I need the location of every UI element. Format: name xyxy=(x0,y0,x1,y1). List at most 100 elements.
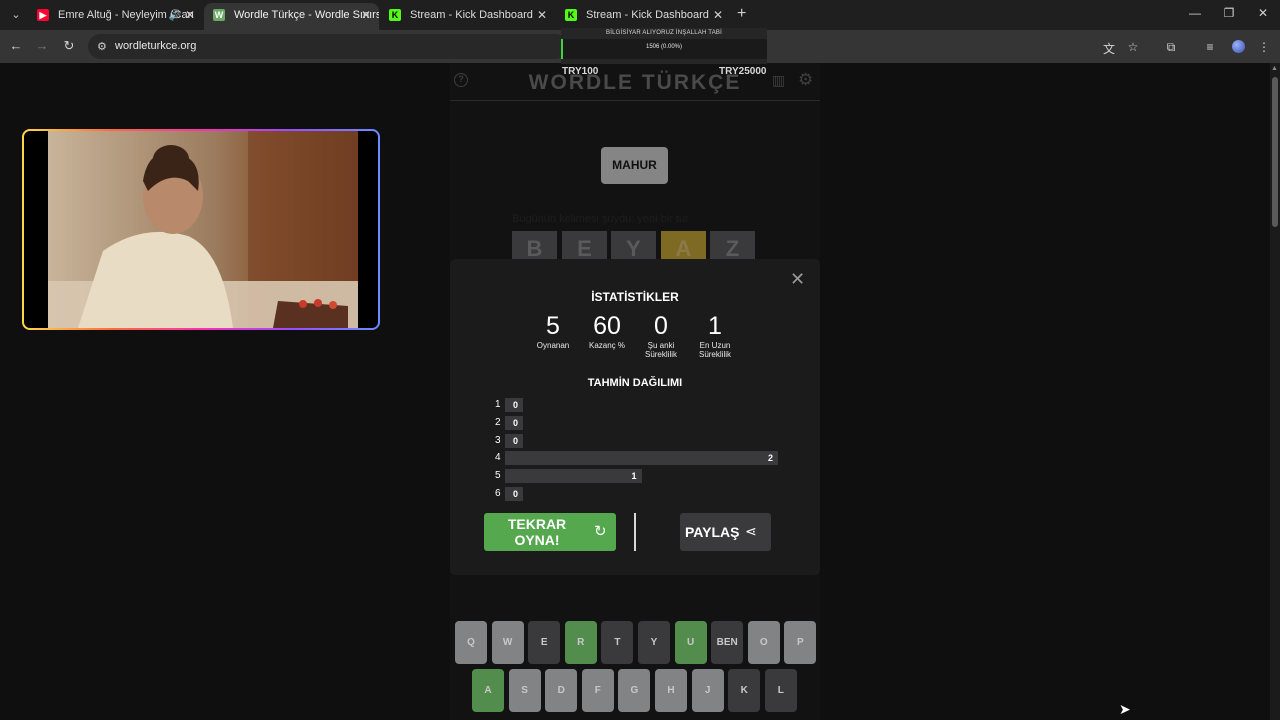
profile-avatar[interactable] xyxy=(1230,40,1246,56)
distribution-bar: 0 xyxy=(505,487,523,501)
share-label: PAYLAŞ xyxy=(685,524,740,540)
key-s[interactable]: S xyxy=(508,669,541,712)
tab-strip: ⌄ ▶ Emre Altuğ - Neyleyim (Can 🔊 ✕ W Wor… xyxy=(0,0,1280,30)
key-r[interactable]: R xyxy=(564,621,597,664)
guess-number: 4 xyxy=(495,452,501,464)
distribution-bar: 0 xyxy=(505,415,523,430)
share-button[interactable]: PAYLAŞ ⋖ xyxy=(680,513,771,551)
url-text: wordleturkce.org xyxy=(115,40,197,52)
tab-label: Stream - Kick Dashboard xyxy=(410,9,533,21)
minimize-icon[interactable]: — xyxy=(1185,6,1205,20)
gear-icon[interactable]: ⚙ xyxy=(798,70,813,90)
goal-message: BİLGİSİYAR ALIYORUZ İNŞALLAH TABİ xyxy=(606,30,722,36)
key-p[interactable]: P xyxy=(784,621,817,664)
translate-icon[interactable]: 文 xyxy=(1101,40,1117,57)
key-k[interactable]: K xyxy=(728,669,761,712)
play-again-label: TEKRAR OYNA! xyxy=(507,516,567,548)
stats-heading: İSTATİSTİKLER xyxy=(591,290,679,304)
webcam-frame xyxy=(24,131,378,328)
stat-label: Şu anki Süreklilik xyxy=(644,341,677,359)
key-u[interactable]: U xyxy=(674,621,707,664)
answer-badge: MAHUR xyxy=(601,147,668,184)
key-j[interactable]: J xyxy=(691,669,724,712)
bookmark-star-icon[interactable]: ☆ xyxy=(1125,40,1141,54)
kick-icon: K xyxy=(389,9,401,21)
close-icon[interactable]: ✕ xyxy=(185,3,195,28)
maximize-icon[interactable]: ❐ xyxy=(1219,6,1239,20)
key-o[interactable]: O xyxy=(747,621,780,664)
distribution-row: 10 xyxy=(495,398,795,413)
distribution-bar: 0 xyxy=(505,433,523,448)
tab-kick-2[interactable]: K Stream - Kick Dashboard ✕ xyxy=(556,3,731,30)
scrollbar[interactable]: ▲ xyxy=(1270,63,1280,720)
reload-icon[interactable]: ↻ xyxy=(60,38,78,54)
distribution-bar: 0 xyxy=(505,398,523,412)
tab-search-icon[interactable]: ⌄ xyxy=(6,6,26,24)
stat-label: Oynanan xyxy=(536,341,570,350)
key-t[interactable]: T xyxy=(601,621,634,664)
scroll-up-icon[interactable]: ▲ xyxy=(1271,65,1278,72)
site-info-icon[interactable]: ⚙ xyxy=(97,40,107,53)
address-bar[interactable]: ⚙ wordleturkce.org xyxy=(88,34,568,59)
webcam-overlay xyxy=(22,129,380,330)
key-ben[interactable]: BEN xyxy=(711,621,744,664)
tab-youtube[interactable]: ▶ Emre Altuğ - Neyleyim (Can 🔊 ✕ xyxy=(28,3,203,30)
guess-tile: Z xyxy=(710,231,755,261)
distribution-bar: 1 xyxy=(505,469,642,484)
tab-label: Stream - Kick Dashboard xyxy=(586,9,709,21)
speaker-icon[interactable]: 🔊 xyxy=(169,3,181,28)
stat-current-streak: 0 Şu anki Süreklilik xyxy=(636,311,686,359)
scrollbar-thumb[interactable] xyxy=(1272,77,1278,227)
window-close-icon[interactable]: ✕ xyxy=(1253,6,1273,20)
stat-played: 5 Oynanan xyxy=(528,311,578,350)
key-y[interactable]: Y xyxy=(638,621,670,664)
new-tab-button[interactable]: + xyxy=(737,5,746,23)
close-icon[interactable]: ✕ xyxy=(790,269,805,290)
key-f[interactable]: F xyxy=(581,669,614,712)
stat-value: 5 xyxy=(546,312,560,340)
guess-number: 6 xyxy=(495,488,501,499)
goal-min-label: TRY100 xyxy=(562,66,599,77)
close-icon[interactable]: ✕ xyxy=(713,3,723,28)
stat-value: 0 xyxy=(654,312,668,340)
distribution-row: 20 xyxy=(495,415,795,431)
forward-icon[interactable]: → xyxy=(33,38,51,54)
tab-label: Wordle Türkçe - Wordle Sınırsız xyxy=(234,9,379,21)
guess-number: 1 xyxy=(495,399,501,410)
guess-tile: E xyxy=(562,231,607,261)
stats-icon[interactable]: ▥ xyxy=(772,72,785,89)
key-q[interactable]: Q xyxy=(455,621,487,664)
stats-modal: ✕ İSTATİSTİKLER 5 Oynanan 60 Kazanç % 0 … xyxy=(450,259,820,575)
webcam-video xyxy=(48,131,358,328)
key-g[interactable]: G xyxy=(618,669,651,712)
key-e[interactable]: E xyxy=(528,621,561,664)
key-h[interactable]: H xyxy=(655,669,687,712)
tab-kick-1[interactable]: K Stream - Kick Dashboard ✕ xyxy=(380,3,555,30)
guess-tile: A xyxy=(661,231,706,261)
guess-tile: Y xyxy=(611,231,656,261)
menu-icon[interactable]: ⋮ xyxy=(1256,40,1272,54)
media-control-icon[interactable]: ≡ xyxy=(1202,40,1218,54)
stat-label: En Uzun Süreklilik xyxy=(698,341,731,359)
distribution-heading: TAHMİN DAĞILIMI xyxy=(587,377,683,389)
key-a[interactable]: A xyxy=(472,669,504,712)
stat-label: Kazanç % xyxy=(588,341,626,350)
goal-max-label: TRY25000 xyxy=(719,66,767,77)
key-d[interactable]: D xyxy=(545,669,578,712)
kick-icon: K xyxy=(565,9,577,21)
key-l[interactable]: L xyxy=(764,669,797,712)
close-icon[interactable]: ✕ xyxy=(537,3,547,28)
close-icon[interactable]: ✕ xyxy=(361,3,371,28)
donation-goal-overlay: BİLGİSİYAR ALIYORUZ İNŞALLAH TABİ 1506 (… xyxy=(561,28,767,64)
guess-tile: B xyxy=(512,231,557,261)
share-icon: ⋖ xyxy=(745,523,757,539)
play-again-button[interactable]: TEKRAR OYNA! ↻ xyxy=(484,513,616,551)
key-w[interactable]: W xyxy=(491,621,524,664)
tab-wordle[interactable]: W Wordle Türkçe - Wordle Sınırsız ✕ xyxy=(204,3,379,30)
stat-value: 1 xyxy=(708,312,722,340)
guess-number: 2 xyxy=(495,416,501,428)
extensions-icon[interactable]: ⧉ xyxy=(1163,40,1179,55)
guess-number: 3 xyxy=(495,434,501,446)
distribution-row: 51 xyxy=(495,469,795,484)
back-icon[interactable]: ← xyxy=(7,38,25,54)
